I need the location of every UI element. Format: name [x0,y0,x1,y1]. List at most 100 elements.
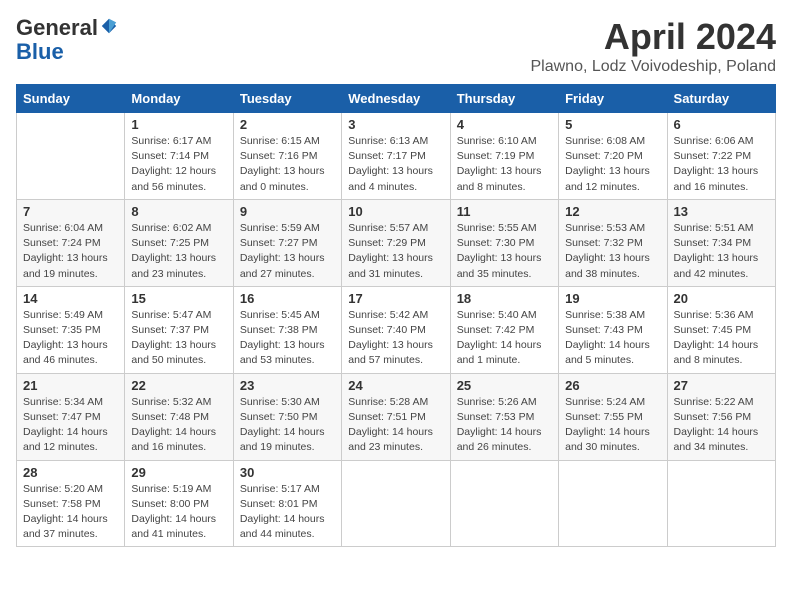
calendar-day-cell: 4 Sunrise: 6:10 AM Sunset: 7:19 PM Daylig… [450,113,558,200]
calendar-day-cell [559,460,667,547]
day-info: Sunrise: 5:24 AM Sunset: 7:55 PM Dayligh… [565,395,660,456]
day-number: 15 [131,291,226,306]
calendar-day-cell: 11Sunrise: 5:55 AM Sunset: 7:30 PM Dayli… [450,199,558,286]
day-info: Sunrise: 5:17 AM Sunset: 8:01 PM Dayligh… [240,482,335,543]
calendar-week-row: 7 Sunrise: 6:04 AM Sunset: 7:24 PM Daylig… [17,199,776,286]
day-number: 20 [674,291,769,306]
day-info: Sunrise: 6:02 AM Sunset: 7:25 PM Dayligh… [131,221,226,282]
day-number: 7 [23,204,118,219]
day-info: Sunrise: 5:28 AM Sunset: 7:51 PM Dayligh… [348,395,443,456]
day-info: Sunrise: 5:19 AM Sunset: 8:00 PM Dayligh… [131,482,226,543]
day-info: Sunrise: 5:32 AM Sunset: 7:48 PM Dayligh… [131,395,226,456]
day-number: 5 [565,117,660,132]
day-number: 6 [674,117,769,132]
day-number: 25 [457,378,552,393]
calendar-day-cell: 20 Sunrise: 5:36 AM Sunset: 7:45 PM Dayli… [667,286,775,373]
day-number: 23 [240,378,335,393]
day-number: 4 [457,117,552,132]
calendar-week-row: 1Sunrise: 6:17 AM Sunset: 7:14 PM Daylig… [17,113,776,200]
weekday-header: Saturday [667,85,775,113]
day-number: 17 [348,291,443,306]
calendar-day-cell: 10Sunrise: 5:57 AM Sunset: 7:29 PM Dayli… [342,199,450,286]
weekday-header: Tuesday [233,85,341,113]
day-info: Sunrise: 5:42 AM Sunset: 7:40 PM Dayligh… [348,308,443,369]
day-number: 1 [131,117,226,132]
day-number: 28 [23,465,118,480]
day-number: 18 [457,291,552,306]
calendar-day-cell: 22 Sunrise: 5:32 AM Sunset: 7:48 PM Dayli… [125,373,233,460]
month-title: April 2024 [530,16,776,58]
calendar-day-cell: 30 Sunrise: 5:17 AM Sunset: 8:01 PM Dayli… [233,460,341,547]
calendar-day-cell: 18 Sunrise: 5:40 AM Sunset: 7:42 PM Dayli… [450,286,558,373]
calendar-day-cell: 24 Sunrise: 5:28 AM Sunset: 7:51 PM Dayli… [342,373,450,460]
day-info: Sunrise: 5:36 AM Sunset: 7:45 PM Dayligh… [674,308,769,369]
day-number: 16 [240,291,335,306]
day-info: Sunrise: 5:53 AM Sunset: 7:32 PM Dayligh… [565,221,660,282]
calendar-day-cell: 9Sunrise: 5:59 AM Sunset: 7:27 PM Daylig… [233,199,341,286]
weekday-header: Monday [125,85,233,113]
day-info: Sunrise: 5:20 AM Sunset: 7:58 PM Dayligh… [23,482,118,543]
day-info: Sunrise: 6:10 AM Sunset: 7:19 PM Dayligh… [457,134,552,195]
calendar-day-cell: 27 Sunrise: 5:22 AM Sunset: 7:56 PM Dayli… [667,373,775,460]
calendar-day-cell: 21 Sunrise: 5:34 AM Sunset: 7:47 PM Dayli… [17,373,125,460]
day-number: 12 [565,204,660,219]
day-info: Sunrise: 5:38 AM Sunset: 7:43 PM Dayligh… [565,308,660,369]
calendar-day-cell: 28 Sunrise: 5:20 AM Sunset: 7:58 PM Dayli… [17,460,125,547]
day-number: 13 [674,204,769,219]
calendar-day-cell: 2 Sunrise: 6:15 AM Sunset: 7:16 PM Daylig… [233,113,341,200]
day-number: 14 [23,291,118,306]
calendar-day-cell: 25 Sunrise: 5:26 AM Sunset: 7:53 PM Dayli… [450,373,558,460]
day-number: 21 [23,378,118,393]
day-number: 2 [240,117,335,132]
day-info: Sunrise: 6:08 AM Sunset: 7:20 PM Dayligh… [565,134,660,195]
day-number: 30 [240,465,335,480]
day-info: Sunrise: 5:34 AM Sunset: 7:47 PM Dayligh… [23,395,118,456]
day-info: Sunrise: 5:49 AM Sunset: 7:35 PM Dayligh… [23,308,118,369]
day-info: Sunrise: 5:59 AM Sunset: 7:27 PM Dayligh… [240,221,335,282]
calendar-table: SundayMondayTuesdayWednesdayThursdayFrid… [16,84,776,547]
day-info: Sunrise: 5:51 AM Sunset: 7:34 PM Dayligh… [674,221,769,282]
weekday-header: Sunday [17,85,125,113]
day-info: Sunrise: 5:45 AM Sunset: 7:38 PM Dayligh… [240,308,335,369]
calendar-day-cell: 1Sunrise: 6:17 AM Sunset: 7:14 PM Daylig… [125,113,233,200]
day-number: 26 [565,378,660,393]
calendar-day-cell: 3 Sunrise: 6:13 AM Sunset: 7:17 PM Daylig… [342,113,450,200]
day-number: 24 [348,378,443,393]
weekday-header: Thursday [450,85,558,113]
calendar-day-cell: 7 Sunrise: 6:04 AM Sunset: 7:24 PM Daylig… [17,199,125,286]
calendar-day-cell: 14 Sunrise: 5:49 AM Sunset: 7:35 PM Dayli… [17,286,125,373]
logo-blue: Blue [16,39,64,64]
calendar-day-cell: 23Sunrise: 5:30 AM Sunset: 7:50 PM Dayli… [233,373,341,460]
day-number: 19 [565,291,660,306]
calendar-header-row: SundayMondayTuesdayWednesdayThursdayFrid… [17,85,776,113]
logo-general: General [16,15,98,40]
day-info: Sunrise: 5:22 AM Sunset: 7:56 PM Dayligh… [674,395,769,456]
calendar-day-cell: 8 Sunrise: 6:02 AM Sunset: 7:25 PM Daylig… [125,199,233,286]
weekday-header: Friday [559,85,667,113]
title-block: April 2024 Plawno, Lodz Voivodeship, Pol… [530,16,776,76]
day-info: Sunrise: 6:06 AM Sunset: 7:22 PM Dayligh… [674,134,769,195]
day-info: Sunrise: 6:04 AM Sunset: 7:24 PM Dayligh… [23,221,118,282]
calendar-day-cell: 5 Sunrise: 6:08 AM Sunset: 7:20 PM Daylig… [559,113,667,200]
calendar-day-cell: 12 Sunrise: 5:53 AM Sunset: 7:32 PM Dayli… [559,199,667,286]
calendar-day-cell [342,460,450,547]
calendar-week-row: 28 Sunrise: 5:20 AM Sunset: 7:58 PM Dayli… [17,460,776,547]
day-number: 10 [348,204,443,219]
day-number: 8 [131,204,226,219]
calendar-day-cell: 13 Sunrise: 5:51 AM Sunset: 7:34 PM Dayli… [667,199,775,286]
day-info: Sunrise: 6:15 AM Sunset: 7:16 PM Dayligh… [240,134,335,195]
calendar-day-cell [667,460,775,547]
day-number: 3 [348,117,443,132]
page-header: General Blue April 2024 Plawno, Lodz Voi… [16,16,776,76]
calendar-day-cell: 15Sunrise: 5:47 AM Sunset: 7:37 PM Dayli… [125,286,233,373]
day-info: Sunrise: 6:13 AM Sunset: 7:17 PM Dayligh… [348,134,443,195]
calendar-day-cell: 29 Sunrise: 5:19 AM Sunset: 8:00 PM Dayli… [125,460,233,547]
calendar-day-cell: 19 Sunrise: 5:38 AM Sunset: 7:43 PM Dayli… [559,286,667,373]
day-info: Sunrise: 5:26 AM Sunset: 7:53 PM Dayligh… [457,395,552,456]
day-number: 29 [131,465,226,480]
day-number: 27 [674,378,769,393]
calendar-week-row: 21 Sunrise: 5:34 AM Sunset: 7:47 PM Dayli… [17,373,776,460]
day-number: 22 [131,378,226,393]
calendar-day-cell [450,460,558,547]
day-info: Sunrise: 5:40 AM Sunset: 7:42 PM Dayligh… [457,308,552,369]
